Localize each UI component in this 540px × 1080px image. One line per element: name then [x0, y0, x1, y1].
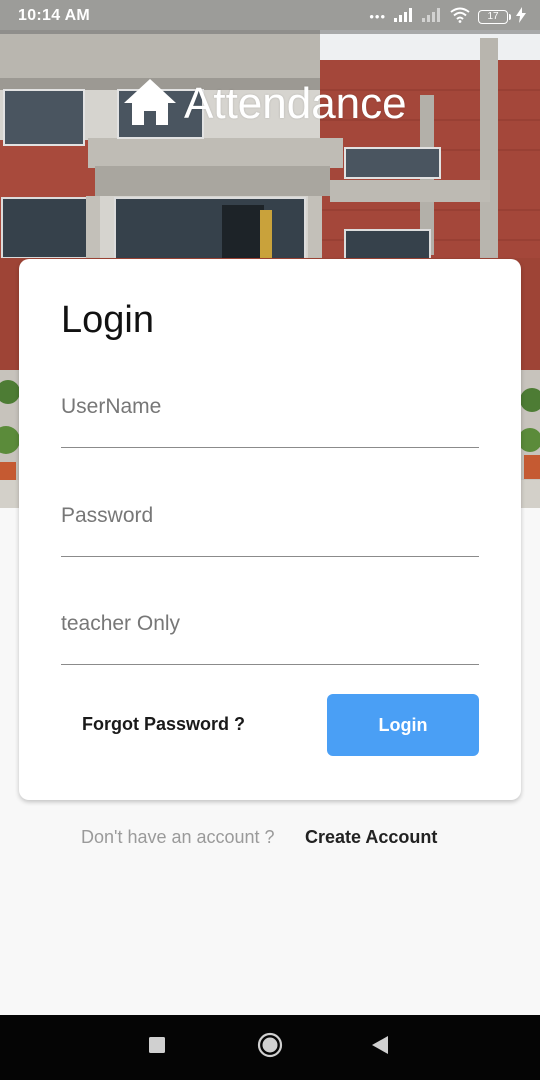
notification-dots-icon: ••• — [369, 9, 386, 24]
username-input[interactable] — [61, 387, 479, 447]
wifi-icon — [450, 7, 470, 28]
status-icons: ••• 17 — [369, 6, 526, 28]
forgot-password-link[interactable]: Forgot Password ? — [82, 714, 245, 735]
login-card: Login Forgot Password ? Login — [19, 259, 521, 800]
signup-row: Don't have an account ? Create Account — [0, 827, 540, 851]
navigation-bar — [0, 1015, 540, 1080]
back-button[interactable] — [350, 1015, 410, 1080]
charging-bolt-icon — [516, 6, 526, 28]
signup-prompt: Don't have an account ? — [81, 827, 275, 847]
password-field[interactable] — [61, 496, 479, 557]
login-button[interactable]: Login — [327, 694, 479, 756]
create-account-link[interactable]: Create Account — [305, 827, 437, 848]
signal-icon — [394, 7, 414, 27]
teacher-only-field[interactable] — [61, 604, 479, 665]
teacher-only-input[interactable] — [61, 604, 479, 664]
home-icon — [122, 77, 178, 132]
recents-button[interactable] — [127, 1015, 187, 1080]
recents-icon — [148, 1036, 166, 1059]
home-circle-icon — [256, 1031, 284, 1064]
app-title: Attendance — [122, 74, 407, 134]
back-icon — [371, 1035, 389, 1060]
password-input[interactable] — [61, 496, 479, 556]
home-button[interactable] — [240, 1015, 300, 1080]
username-field[interactable] — [61, 387, 479, 448]
login-title: Login — [61, 299, 154, 341]
status-time: 10:14 AM — [18, 7, 91, 24]
app-title-text: Attendance — [184, 79, 407, 128]
signal-secondary-icon — [422, 7, 442, 27]
status-bar: 10:14 AM ••• 17 — [0, 0, 540, 34]
battery-icon: 17 — [478, 10, 511, 24]
